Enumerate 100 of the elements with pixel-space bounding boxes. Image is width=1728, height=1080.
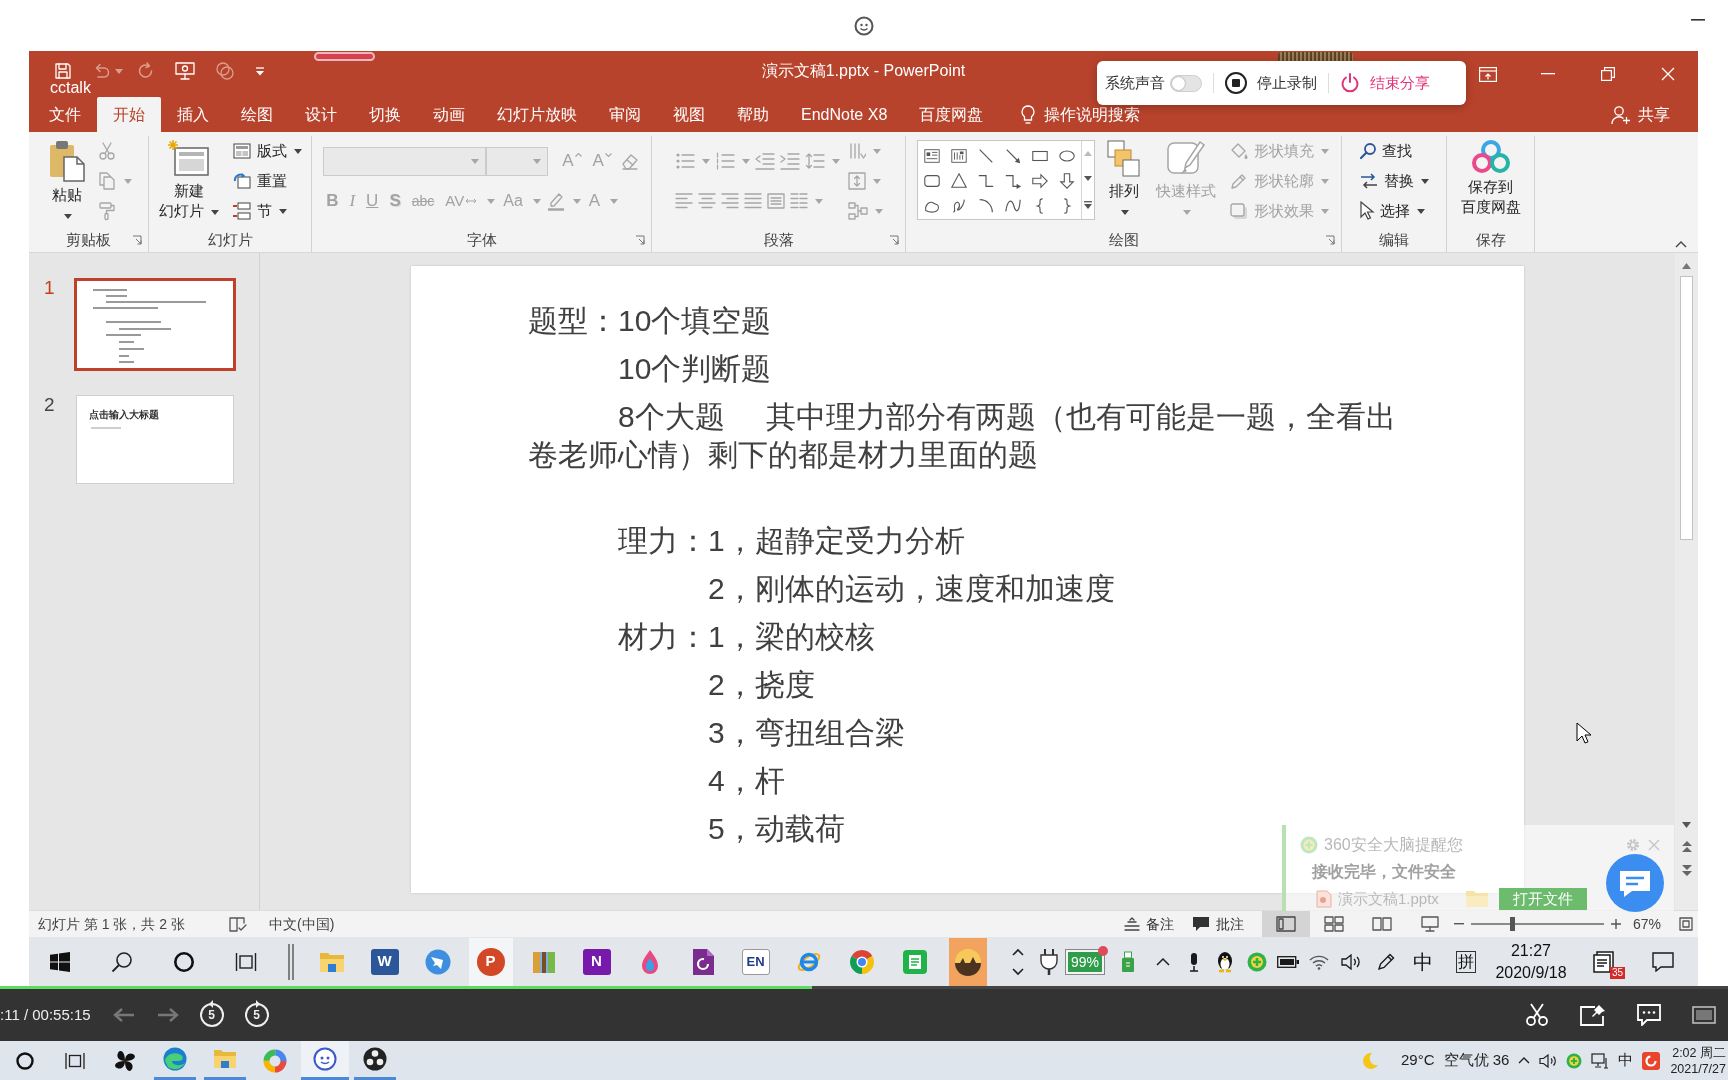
- caret-down-icon[interactable]: [1417, 208, 1425, 214]
- ring-icon[interactable]: [173, 950, 195, 973]
- slideshow-icon[interactable]: [1419, 916, 1440, 932]
- input-mode-indicator[interactable]: 拼: [1456, 950, 1476, 973]
- proofing-icon[interactable]: [229, 916, 248, 932]
- right-arrow-shape-icon[interactable]: [1031, 171, 1049, 190]
- tell-me-search[interactable]: 操作说明搜索: [1044, 102, 1141, 127]
- clock-time[interactable]: 21:27: [1510, 939, 1551, 962]
- zoom-in-icon[interactable]: [1610, 919, 1621, 929]
- smiley-ring-icon[interactable]: [854, 15, 874, 36]
- ribbon-tab[interactable]: 切换: [353, 97, 417, 132]
- next-slide-icon[interactable]: [1681, 865, 1692, 876]
- ribbon-tab[interactable]: 视图: [657, 97, 721, 132]
- skip-forward-button[interactable]: 5: [244, 1003, 269, 1027]
- progress-track[interactable]: [0, 986, 1728, 989]
- caret-down-icon[interactable]: [1421, 178, 1429, 184]
- minimize-icon[interactable]: [1541, 73, 1555, 75]
- microphone-icon[interactable]: [1187, 951, 1200, 972]
- input-language-indicator[interactable]: 中: [1618, 1049, 1634, 1072]
- end-sharing-button[interactable]: 结束分享: [1340, 71, 1430, 95]
- share-button[interactable]: 共享: [1605, 97, 1676, 132]
- pin-screen-icon[interactable]: [1580, 1004, 1606, 1026]
- ribbon-tab[interactable]: 开始: [97, 97, 161, 132]
- w-tile-app-icon[interactable]: W: [370, 948, 399, 975]
- penguin-icon[interactable]: [1216, 950, 1234, 973]
- ribbon-tab[interactable]: 幻灯片放映: [481, 97, 593, 132]
- grip-handle[interactable]: [1278, 52, 1353, 62]
- ribbon-tab[interactable]: 设计: [289, 97, 353, 132]
- find-button[interactable]: 查找: [1357, 138, 1414, 164]
- segmented-ring-app-icon[interactable]: [263, 1048, 287, 1073]
- n-tile-app-icon[interactable]: N: [582, 948, 611, 975]
- zoom-percentage[interactable]: 67%: [1632, 913, 1661, 935]
- plug-icon[interactable]: [1039, 947, 1058, 976]
- presentation-screen-icon[interactable]: [175, 62, 195, 80]
- pen-icon[interactable]: [1377, 952, 1395, 971]
- air-quality-text[interactable]: 空气优 36: [1443, 1049, 1510, 1072]
- scroll-down-icon[interactable]: [1083, 176, 1092, 181]
- rewind-button[interactable]: 5: [199, 1003, 224, 1027]
- volume-icon[interactable]: [1539, 1053, 1558, 1068]
- caret-down-icon[interactable]: [1120, 209, 1129, 215]
- ribbon-tab[interactable]: 帮助: [721, 97, 785, 132]
- screen-icon[interactable]: [1692, 1006, 1716, 1024]
- show-hidden-icons-icon[interactable]: [1156, 957, 1170, 966]
- scissors-icon[interactable]: [1525, 1003, 1549, 1027]
- text-box-shape-icon[interactable]: [923, 146, 941, 165]
- ribbon-display-options-icon[interactable]: [1479, 66, 1497, 82]
- fit-slide-icon[interactable]: [1679, 917, 1693, 931]
- slide-sorter-icon[interactable]: [1323, 916, 1344, 932]
- chat-bubble-icon[interactable]: [1605, 853, 1665, 913]
- collapse-ribbon-icon[interactable]: [1675, 241, 1687, 248]
- arrange-button[interactable]: 排列: [1102, 136, 1145, 221]
- restore-icon[interactable]: [1601, 67, 1615, 81]
- comments-button[interactable]: 批注: [1191, 913, 1244, 935]
- toolbar-grip-icon[interactable]: [287, 943, 295, 980]
- scrollbar-track[interactable]: [1675, 253, 1698, 910]
- section-button[interactable]: 节: [229, 198, 289, 224]
- battery-icon[interactable]: [1276, 955, 1299, 968]
- arc-shape-icon[interactable]: [977, 196, 995, 215]
- bird-app-icon[interactable]: [424, 948, 451, 975]
- scroll-arrows-icon[interactable]: [1012, 946, 1024, 977]
- paste-button[interactable]: 粘贴: [45, 136, 89, 225]
- task-view-icon[interactable]: [235, 951, 257, 972]
- ribbon-tab[interactable]: EndNote X8: [785, 97, 904, 132]
- previous-slide-icon[interactable]: [1681, 841, 1692, 852]
- triangle-shape-icon[interactable]: [950, 171, 968, 190]
- caret-down-icon[interactable]: [278, 208, 287, 214]
- ring-icon[interactable]: [16, 1051, 34, 1070]
- minimize-icon[interactable]: [1691, 19, 1705, 21]
- search-icon[interactable]: [111, 950, 133, 973]
- ribbon-tab[interactable]: 文件: [33, 97, 97, 132]
- notes-button[interactable]: 备注: [1123, 913, 1174, 935]
- sound-toggle[interactable]: [1170, 74, 1202, 92]
- ring-tile-icon[interactable]: [1642, 1051, 1661, 1070]
- scrollbar-thumb[interactable]: [1680, 276, 1693, 540]
- dialog-launcher-icon[interactable]: [889, 235, 899, 245]
- dialog-launcher-icon[interactable]: [635, 235, 645, 245]
- language-indicator[interactable]: 中文(中国): [269, 913, 335, 935]
- drag-handle[interactable]: [314, 52, 375, 61]
- caret-down-icon[interactable]: [293, 148, 302, 154]
- reading-view-icon[interactable]: [1371, 916, 1392, 932]
- action-center-icon[interactable]: [1651, 951, 1674, 972]
- gallery-more-icon[interactable]: [1083, 201, 1092, 209]
- pinwheel-icon[interactable]: [113, 1048, 137, 1073]
- volume-icon[interactable]: [1341, 953, 1361, 970]
- p-tile-app-icon[interactable]: P: [468, 937, 513, 986]
- clock-date[interactable]: 2020/9/18: [1495, 961, 1567, 984]
- scroll-down-icon[interactable]: [1682, 822, 1691, 828]
- usb-drive-icon[interactable]: [1120, 950, 1135, 973]
- segmented-circle-app-icon[interactable]: [848, 948, 875, 975]
- select-button[interactable]: 选择: [1357, 198, 1427, 224]
- temperature-text[interactable]: 29°C: [1401, 1049, 1435, 1072]
- notepad-app-icon[interactable]: [901, 948, 928, 975]
- layout-button[interactable]: 版式: [229, 138, 304, 164]
- input-language-indicator[interactable]: 中: [1412, 946, 1433, 977]
- replace-button[interactable]: 替换: [1357, 168, 1431, 194]
- clock-time[interactable]: 2:02 周二: [1672, 1044, 1726, 1061]
- slide-thumbnail[interactable]: 点击输入大标题: [76, 395, 234, 484]
- task-view-icon[interactable]: [65, 1051, 85, 1070]
- clock-date[interactable]: 2021/7/27: [1670, 1060, 1726, 1077]
- sunset-photo-app-icon[interactable]: [948, 937, 987, 986]
